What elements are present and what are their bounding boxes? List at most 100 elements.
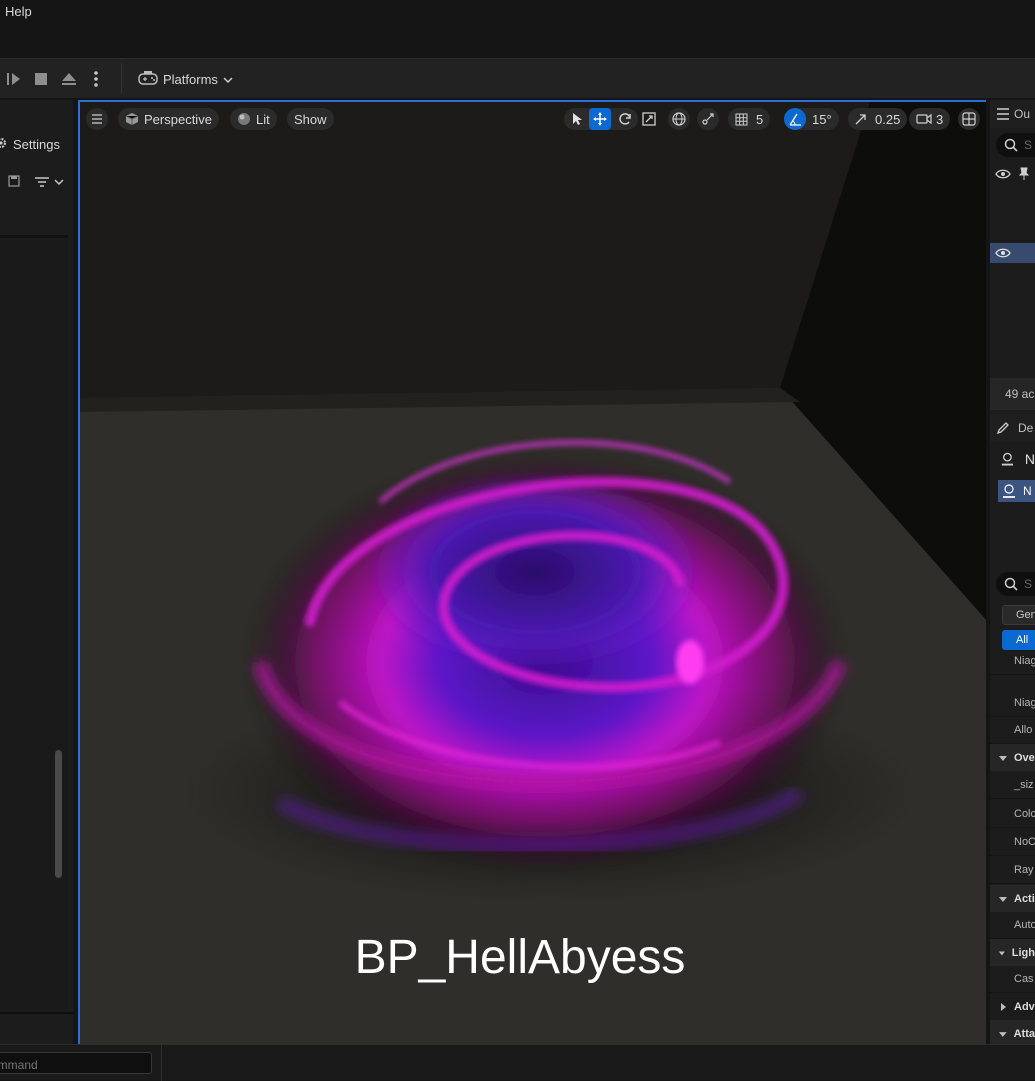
view-mode-label: Perspective	[144, 111, 212, 127]
pencil-icon	[996, 422, 1009, 435]
select-cursor-icon[interactable]	[566, 108, 588, 130]
globe-icon[interactable]	[668, 108, 690, 130]
rotation-snap-value: 15°	[812, 111, 832, 127]
outliner-tab[interactable]: Ou	[990, 100, 1035, 128]
details-property-label: NoC	[1014, 836, 1035, 848]
component-selected-row[interactable]: N	[998, 480, 1035, 502]
stop-icon[interactable]	[30, 68, 52, 90]
gamepad-icon	[138, 70, 158, 89]
viewport-scene	[80, 102, 986, 1044]
outliner-search-placeholder: S	[1024, 138, 1033, 152]
details-property-label: _siz	[1014, 779, 1034, 791]
component-root-label: N	[1024, 451, 1035, 467]
more-vertical-icon[interactable]	[87, 68, 105, 90]
details-category-label: Atta	[1013, 1027, 1035, 1040]
grid-snap-button[interactable]: 5	[728, 108, 771, 130]
details-property-label: Niag	[1014, 697, 1035, 709]
details-property-label: Allo	[1014, 724, 1033, 736]
eject-icon[interactable]	[57, 68, 81, 90]
outliner-status: 49 ac	[990, 378, 1035, 410]
details-category[interactable]: Adv	[990, 993, 1035, 1020]
show-button[interactable]: Show	[287, 108, 334, 130]
left-panel-bottom-divider	[0, 1012, 73, 1014]
details-property-row[interactable]: Cas	[990, 966, 1035, 993]
left-panel-scrollbar[interactable]	[55, 750, 62, 878]
filter-general-button[interactable]: Gen	[1002, 605, 1035, 625]
details-search-placeholder: S	[1024, 577, 1033, 591]
maximize-layout-icon[interactable]	[958, 108, 980, 130]
details-property-row[interactable]: Ray	[990, 857, 1035, 884]
hamburger-menu-icon	[92, 114, 102, 124]
menu-bar: Help	[0, 0, 1035, 56]
scale-snap-value: 0.25	[875, 111, 901, 127]
pin-icon	[1019, 167, 1029, 180]
sphere-icon	[238, 113, 250, 125]
details-property-row[interactable]: Colc	[990, 801, 1035, 828]
scale-snap-button[interactable]: 0.25	[848, 108, 908, 130]
rotation-snap-button[interactable]: 15°	[784, 108, 839, 130]
gear-icon	[0, 136, 8, 153]
details-property-row[interactable]: Auto	[990, 912, 1035, 939]
search-icon	[1004, 577, 1018, 591]
settings-tab[interactable]: Settings	[0, 130, 73, 158]
details-category[interactable]: Acti	[990, 885, 1035, 912]
outliner-selected-row[interactable]	[990, 243, 1035, 263]
component-icon	[1001, 452, 1014, 466]
play-next-icon[interactable]	[2, 68, 24, 90]
details-property-label: Auto	[1014, 919, 1035, 931]
filter-icon[interactable]	[34, 176, 64, 188]
details-category[interactable]: Atta	[990, 1020, 1035, 1044]
details-property-row[interactable]: NoC	[990, 829, 1035, 856]
details-category[interactable]: Ligh	[990, 939, 1035, 966]
right-panel: Ou S 49 ac De N N S Gen All Niag Niag Allo…	[990, 100, 1035, 1044]
platforms-label: Platforms	[163, 71, 218, 87]
angle-icon	[784, 108, 806, 130]
chevron-down-icon	[998, 1031, 1007, 1037]
command-input[interactable]	[0, 1052, 152, 1074]
eye-icon	[995, 169, 1011, 179]
translate-icon[interactable]	[589, 108, 611, 130]
search-icon	[1004, 138, 1018, 152]
grid-snap-value: 5	[756, 111, 764, 127]
lit-button[interactable]: Lit	[230, 108, 277, 130]
platforms-button[interactable]: Platforms	[138, 68, 233, 90]
surface-snap-icon[interactable]	[697, 108, 719, 130]
chevron-down-icon	[223, 72, 233, 87]
details-category-label: Ligh	[1011, 946, 1035, 959]
perspective-button[interactable]: Perspective	[118, 108, 219, 130]
details-tab[interactable]: De	[990, 414, 1035, 442]
outliner-search-input[interactable]: S	[996, 133, 1035, 157]
settings-label: Settings	[13, 136, 60, 152]
details-actor-header: N	[1000, 448, 1035, 470]
details-property-row[interactable]: Allo	[990, 717, 1035, 744]
details-property-row[interactable]: _siz	[990, 772, 1035, 799]
chevron-down-icon	[999, 755, 1007, 761]
details-tab-label: De	[1018, 421, 1034, 435]
component-icon	[1003, 484, 1015, 498]
viewport-menu-button[interactable]	[86, 108, 108, 130]
camera-speed-value: 3	[936, 111, 944, 127]
left-panel-divider	[0, 235, 68, 238]
details-category-label: Adv	[1014, 1000, 1035, 1013]
rotate-icon[interactable]	[614, 108, 636, 130]
menu-help[interactable]: Help	[5, 4, 32, 19]
main-toolbar: Platforms	[0, 58, 1035, 98]
status-bar-separator	[161, 1045, 162, 1081]
actor-count: 49 ac	[1005, 387, 1035, 401]
camera-speed-button[interactable]: 3	[909, 108, 951, 130]
left-panel-list	[0, 240, 68, 1010]
filter-general-label: Gen	[1016, 609, 1035, 621]
level-viewport[interactable]: Perspective Lit Show 5 15° 0.25 3 BP_Hel…	[78, 100, 986, 1044]
scale-icon[interactable]	[638, 108, 660, 130]
camera-icon	[916, 113, 932, 125]
eye-icon	[995, 248, 1011, 258]
details-category[interactable]: Ove	[990, 744, 1035, 771]
outliner-icon	[997, 108, 1009, 120]
filter-all-button[interactable]: All	[1002, 630, 1035, 650]
save-icon[interactable]	[8, 174, 20, 190]
details-search-input[interactable]: S	[996, 572, 1035, 596]
left-panel: Settings	[0, 100, 73, 1044]
details-property-row[interactable]: Niag	[990, 690, 1035, 717]
details-property-row[interactable]: Niag	[990, 648, 1035, 675]
grid-icon	[735, 113, 748, 125]
